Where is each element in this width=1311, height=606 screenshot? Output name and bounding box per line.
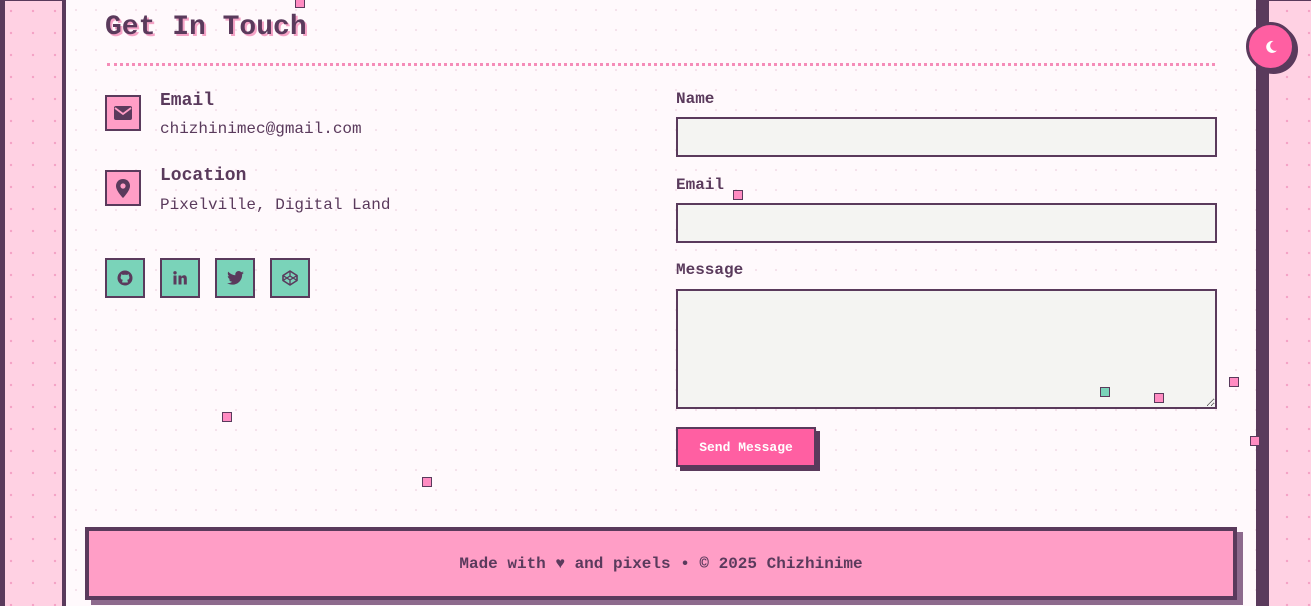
title-divider bbox=[107, 63, 1215, 66]
floating-pixel bbox=[1154, 393, 1164, 403]
twitter-link[interactable] bbox=[215, 258, 255, 298]
github-icon bbox=[117, 270, 133, 286]
moon-icon bbox=[1264, 40, 1278, 54]
email-info-value: chizhinimec@gmail.com bbox=[160, 120, 362, 138]
map-marker-icon bbox=[105, 170, 141, 206]
location-info-label: Location bbox=[160, 166, 247, 186]
floating-pixel bbox=[222, 412, 232, 422]
send-message-button[interactable]: Send Message bbox=[676, 427, 816, 467]
email-input[interactable] bbox=[676, 203, 1217, 243]
codepen-link[interactable] bbox=[270, 258, 310, 298]
codepen-icon bbox=[282, 270, 298, 286]
location-info-value: Pixelville, Digital Land bbox=[160, 196, 391, 214]
footer: Made with ♥ and pixels • © 2025 Chizhini… bbox=[85, 527, 1237, 600]
github-link[interactable] bbox=[105, 258, 145, 298]
twitter-icon bbox=[226, 271, 244, 285]
window-left-border bbox=[0, 0, 5, 606]
message-field-label: Message bbox=[676, 261, 744, 279]
section-title: Get In Touch bbox=[105, 12, 307, 43]
floating-pixel bbox=[295, 0, 305, 8]
theme-toggle-button[interactable] bbox=[1246, 22, 1295, 71]
name-input[interactable] bbox=[676, 117, 1217, 157]
floating-pixel bbox=[733, 190, 743, 200]
floating-pixel bbox=[1100, 387, 1110, 397]
email-field-label: Email bbox=[676, 176, 725, 194]
email-info-label: Email bbox=[160, 91, 215, 111]
footer-text: Made with ♥ and pixels • © 2025 Chizhini… bbox=[459, 554, 863, 573]
linkedin-link[interactable] bbox=[160, 258, 200, 298]
envelope-icon bbox=[105, 95, 141, 131]
name-field-label: Name bbox=[676, 90, 715, 108]
panel-shadow bbox=[1256, 0, 1269, 606]
message-textarea[interactable] bbox=[676, 289, 1217, 409]
floating-pixel bbox=[1250, 436, 1260, 446]
linkedin-icon bbox=[173, 271, 187, 285]
floating-pixel bbox=[422, 477, 432, 487]
floating-pixel bbox=[1229, 377, 1239, 387]
